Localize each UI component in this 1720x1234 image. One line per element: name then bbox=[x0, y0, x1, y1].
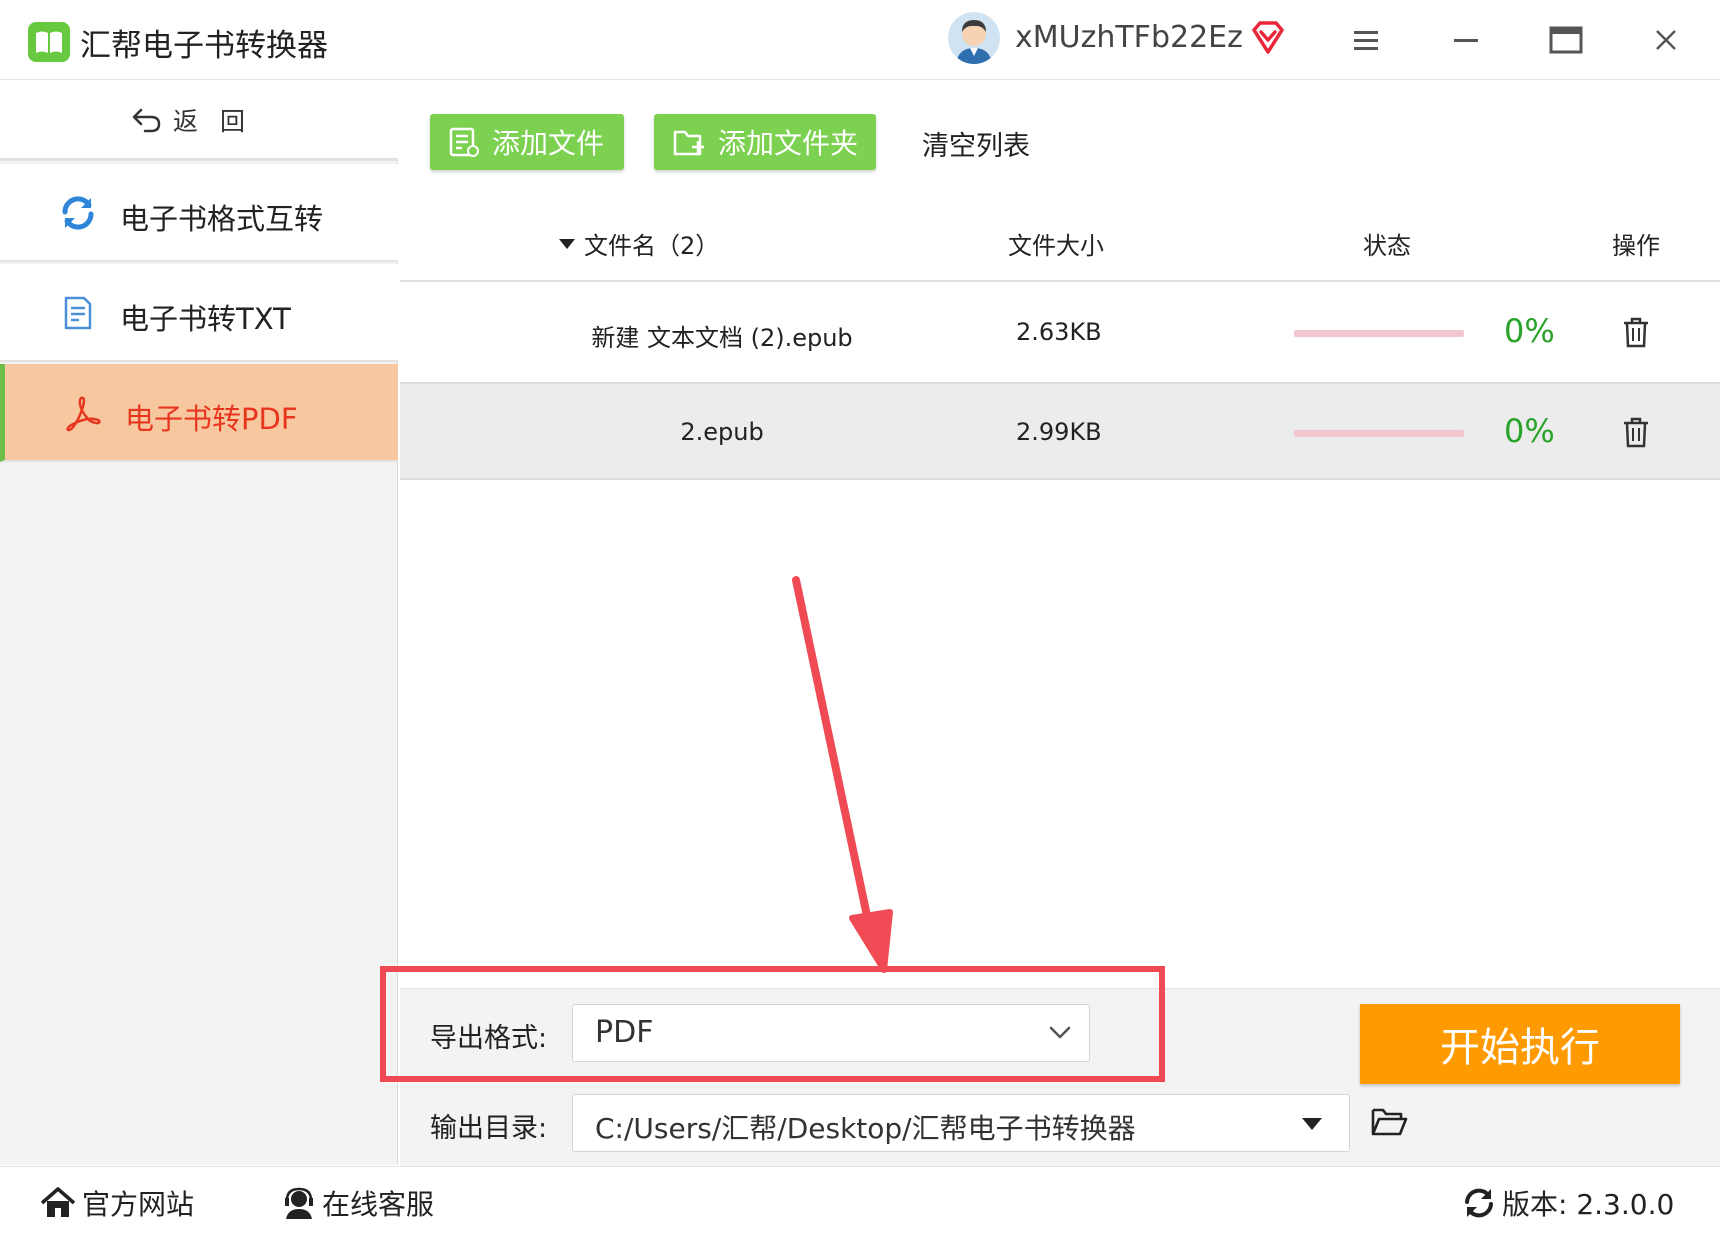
dropdown-arrow-icon bbox=[1302, 1118, 1322, 1130]
back-arrow-icon bbox=[132, 108, 161, 132]
progress-percent: 0% bbox=[1504, 412, 1555, 450]
delete-icon[interactable] bbox=[1622, 416, 1650, 448]
back-label: 返回 bbox=[172, 106, 267, 136]
sidebar-item-to-txt[interactable]: 电子书转TXT bbox=[0, 264, 398, 362]
add-folder-icon bbox=[673, 130, 704, 156]
filename-header[interactable]: 文件名（2） bbox=[558, 226, 719, 261]
size-header: 文件大小 bbox=[1008, 232, 1104, 260]
export-format-label: 导出格式: bbox=[430, 1023, 548, 1054]
home-icon bbox=[40, 1187, 76, 1217]
support-headset-icon bbox=[285, 1187, 313, 1219]
online-support-link[interactable]: 在线客服 bbox=[282, 1183, 434, 1223]
version-info[interactable]: 版本: 2.3.0.0 bbox=[1462, 1183, 1674, 1223]
menu-icon[interactable] bbox=[1344, 18, 1388, 62]
book-logo-icon bbox=[28, 22, 70, 62]
document-icon bbox=[58, 293, 98, 333]
export-format-select[interactable]: PDF bbox=[572, 1004, 1090, 1062]
output-dir-select[interactable]: C:/Users/汇帮/Desktop/汇帮电子书转换器 bbox=[572, 1094, 1350, 1152]
table-divider bbox=[400, 280, 1720, 282]
website-link[interactable]: 官方网站 bbox=[40, 1183, 194, 1223]
sidebar-item-label: 电子书格式互转 bbox=[120, 202, 324, 236]
progress-bar bbox=[1294, 430, 1464, 437]
file-name: 新建 文本文档 (2).epub bbox=[591, 324, 853, 352]
sort-down-icon bbox=[559, 238, 575, 249]
sidebar: 返回 电子书格式互转 电子书转TXT 电子书转PDF bbox=[0, 81, 398, 1165]
pdf-icon bbox=[63, 393, 103, 433]
chevron-down-icon bbox=[1049, 1026, 1071, 1039]
back-button[interactable]: 返回 bbox=[0, 81, 398, 161]
close-icon[interactable] bbox=[1644, 18, 1688, 62]
username: xMUzhTFb22Ez bbox=[1015, 20, 1243, 55]
title-bar: 汇帮电子书转换器 xMUzhTFb22Ez bbox=[0, 0, 1720, 80]
add-folder-label: 添加文件夹 bbox=[718, 127, 859, 160]
footer: 官方网站 在线客服 版本: 2.3.0.0 bbox=[0, 1166, 1720, 1234]
progress-bar bbox=[1294, 330, 1464, 337]
add-file-button[interactable]: 添加文件 bbox=[430, 114, 624, 170]
filename-header-label: 文件名（2） bbox=[584, 232, 720, 260]
table-row[interactable]: 新建 文本文档 (2).epub 2.63KB 0% bbox=[400, 284, 1720, 382]
file-size: 2.99KB bbox=[1016, 418, 1102, 446]
minimize-icon[interactable] bbox=[1444, 18, 1488, 62]
refresh-icon bbox=[1465, 1188, 1493, 1218]
vip-diamond-icon[interactable] bbox=[1250, 20, 1286, 56]
add-file-label: 添加文件 bbox=[492, 127, 605, 160]
file-size: 2.63KB bbox=[1016, 318, 1102, 346]
open-folder-icon[interactable] bbox=[1370, 1106, 1408, 1142]
clear-list-button[interactable]: 清空列表 bbox=[922, 124, 1030, 163]
support-label: 在线客服 bbox=[322, 1188, 435, 1221]
table-row[interactable]: 2.epub 2.99KB 0% bbox=[400, 382, 1720, 480]
start-button[interactable]: 开始执行 bbox=[1360, 1004, 1680, 1084]
delete-icon[interactable] bbox=[1622, 316, 1650, 348]
sidebar-item-label: 电子书转TXT bbox=[120, 302, 291, 336]
progress-percent: 0% bbox=[1504, 312, 1555, 350]
file-name: 2.epub bbox=[680, 418, 764, 446]
app-title: 汇帮电子书转换器 bbox=[80, 28, 328, 64]
add-file-icon bbox=[449, 127, 479, 157]
output-dir-value: C:/Users/汇帮/Desktop/汇帮电子书转换器 bbox=[595, 1112, 1136, 1145]
maximize-icon[interactable] bbox=[1544, 18, 1588, 62]
sync-icon bbox=[58, 193, 98, 233]
sidebar-item-format-convert[interactable]: 电子书格式互转 bbox=[0, 164, 398, 262]
add-folder-button[interactable]: 添加文件夹 bbox=[654, 114, 876, 170]
action-header: 操作 bbox=[1612, 232, 1660, 260]
output-dir-label: 输出目录: bbox=[430, 1113, 548, 1144]
status-header: 状态 bbox=[1363, 232, 1411, 260]
version-label: 版本: 2.3.0.0 bbox=[1502, 1188, 1675, 1221]
sidebar-item-to-pdf[interactable]: 电子书转PDF bbox=[0, 364, 398, 462]
sidebar-item-label: 电子书转PDF bbox=[125, 402, 298, 436]
export-format-value: PDF bbox=[595, 1015, 654, 1050]
website-label: 官方网站 bbox=[82, 1188, 195, 1221]
avatar[interactable] bbox=[948, 12, 1000, 64]
